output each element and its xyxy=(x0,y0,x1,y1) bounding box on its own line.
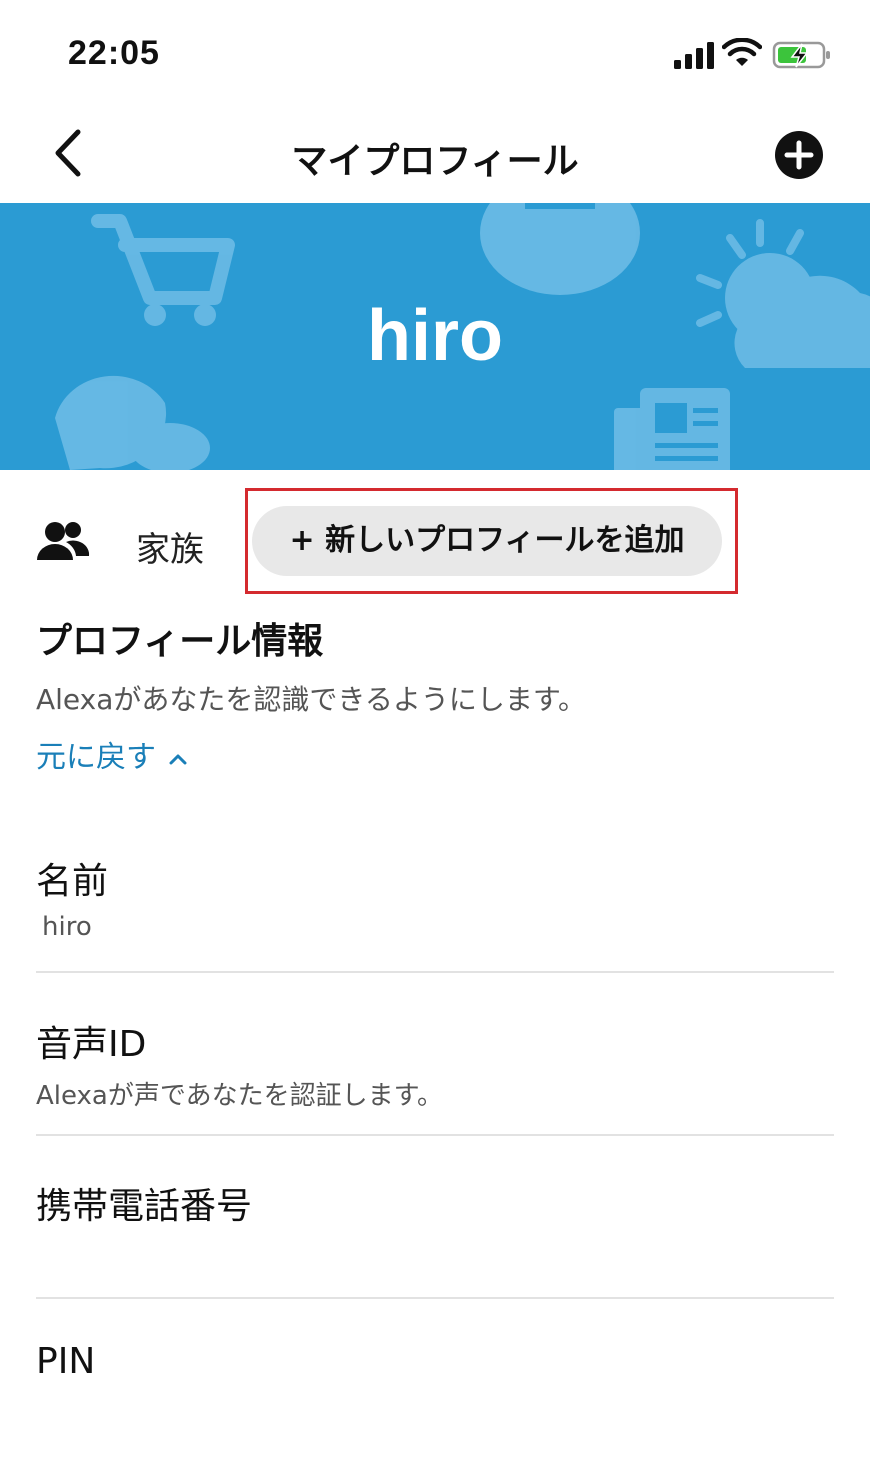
profile-name: hiro xyxy=(367,296,503,376)
row-voice-id[interactable]: 音声ID Alexaが声であなたを認証します。 xyxy=(36,1015,834,1112)
row-subtitle: Alexaが声であなたを認証します。 xyxy=(36,1081,444,1111)
page-title: マイプロフィール xyxy=(291,141,579,182)
section-description: Alexaがあなたを認識できるようにします。 xyxy=(36,683,587,716)
section-title: プロフィール情報 xyxy=(36,621,324,662)
profile-info-section: プロフィール情報 Alexaがあなたを認識できるようにします。 xyxy=(36,612,836,718)
add-circle-icon[interactable] xyxy=(774,130,824,180)
divider xyxy=(36,971,834,973)
family-label[interactable]: 家族 xyxy=(136,522,204,571)
revert-link-label: 元に戻す xyxy=(36,740,156,775)
family-row: 家族 + 新しいプロフィールを追加 xyxy=(0,488,870,598)
row-title: 名前 xyxy=(36,861,109,902)
row-pin[interactable]: PIN xyxy=(36,1341,834,1382)
nav-bar: マイプロフィール xyxy=(0,100,870,203)
wifi-icon xyxy=(722,38,762,66)
battery-charging-icon xyxy=(772,41,830,69)
row-title: 音声ID xyxy=(36,1024,147,1065)
add-new-profile-button[interactable]: + 新しいプロフィールを追加 xyxy=(252,506,722,576)
chevron-up-icon xyxy=(169,754,187,764)
row-name[interactable]: 名前 hiro xyxy=(36,852,834,942)
row-title: PIN xyxy=(36,1341,96,1382)
status-time: 22:05 xyxy=(68,34,160,72)
profile-banner: hiro xyxy=(0,203,870,470)
status-bar: 22:05 xyxy=(0,0,870,100)
row-subtitle: hiro xyxy=(42,912,92,942)
divider xyxy=(36,1297,834,1299)
divider xyxy=(36,1134,834,1136)
people-icon xyxy=(37,522,90,560)
revert-link[interactable]: 元に戻す xyxy=(36,732,188,776)
row-title: 携帯電話番号 xyxy=(36,1186,253,1227)
signal-icon xyxy=(674,42,714,69)
row-mobile-number[interactable]: 携帯電話番号 xyxy=(36,1177,834,1229)
